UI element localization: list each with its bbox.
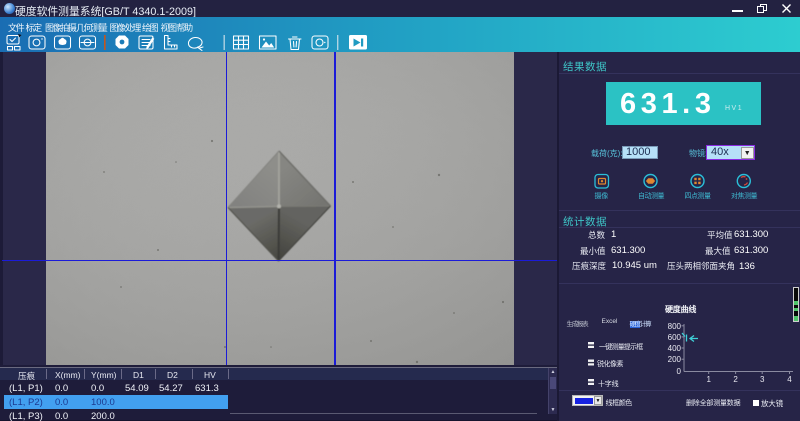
svg-text:2: 2 <box>733 375 738 384</box>
svg-text:0: 0 <box>677 367 682 376</box>
svg-text:1: 1 <box>706 375 711 384</box>
svg-text:4: 4 <box>787 375 792 384</box>
svg-text:600: 600 <box>668 333 682 342</box>
svg-text:3: 3 <box>760 375 765 384</box>
svg-text:800: 800 <box>668 322 682 331</box>
svg-text:400: 400 <box>668 344 682 353</box>
svg-text:200: 200 <box>668 355 682 364</box>
